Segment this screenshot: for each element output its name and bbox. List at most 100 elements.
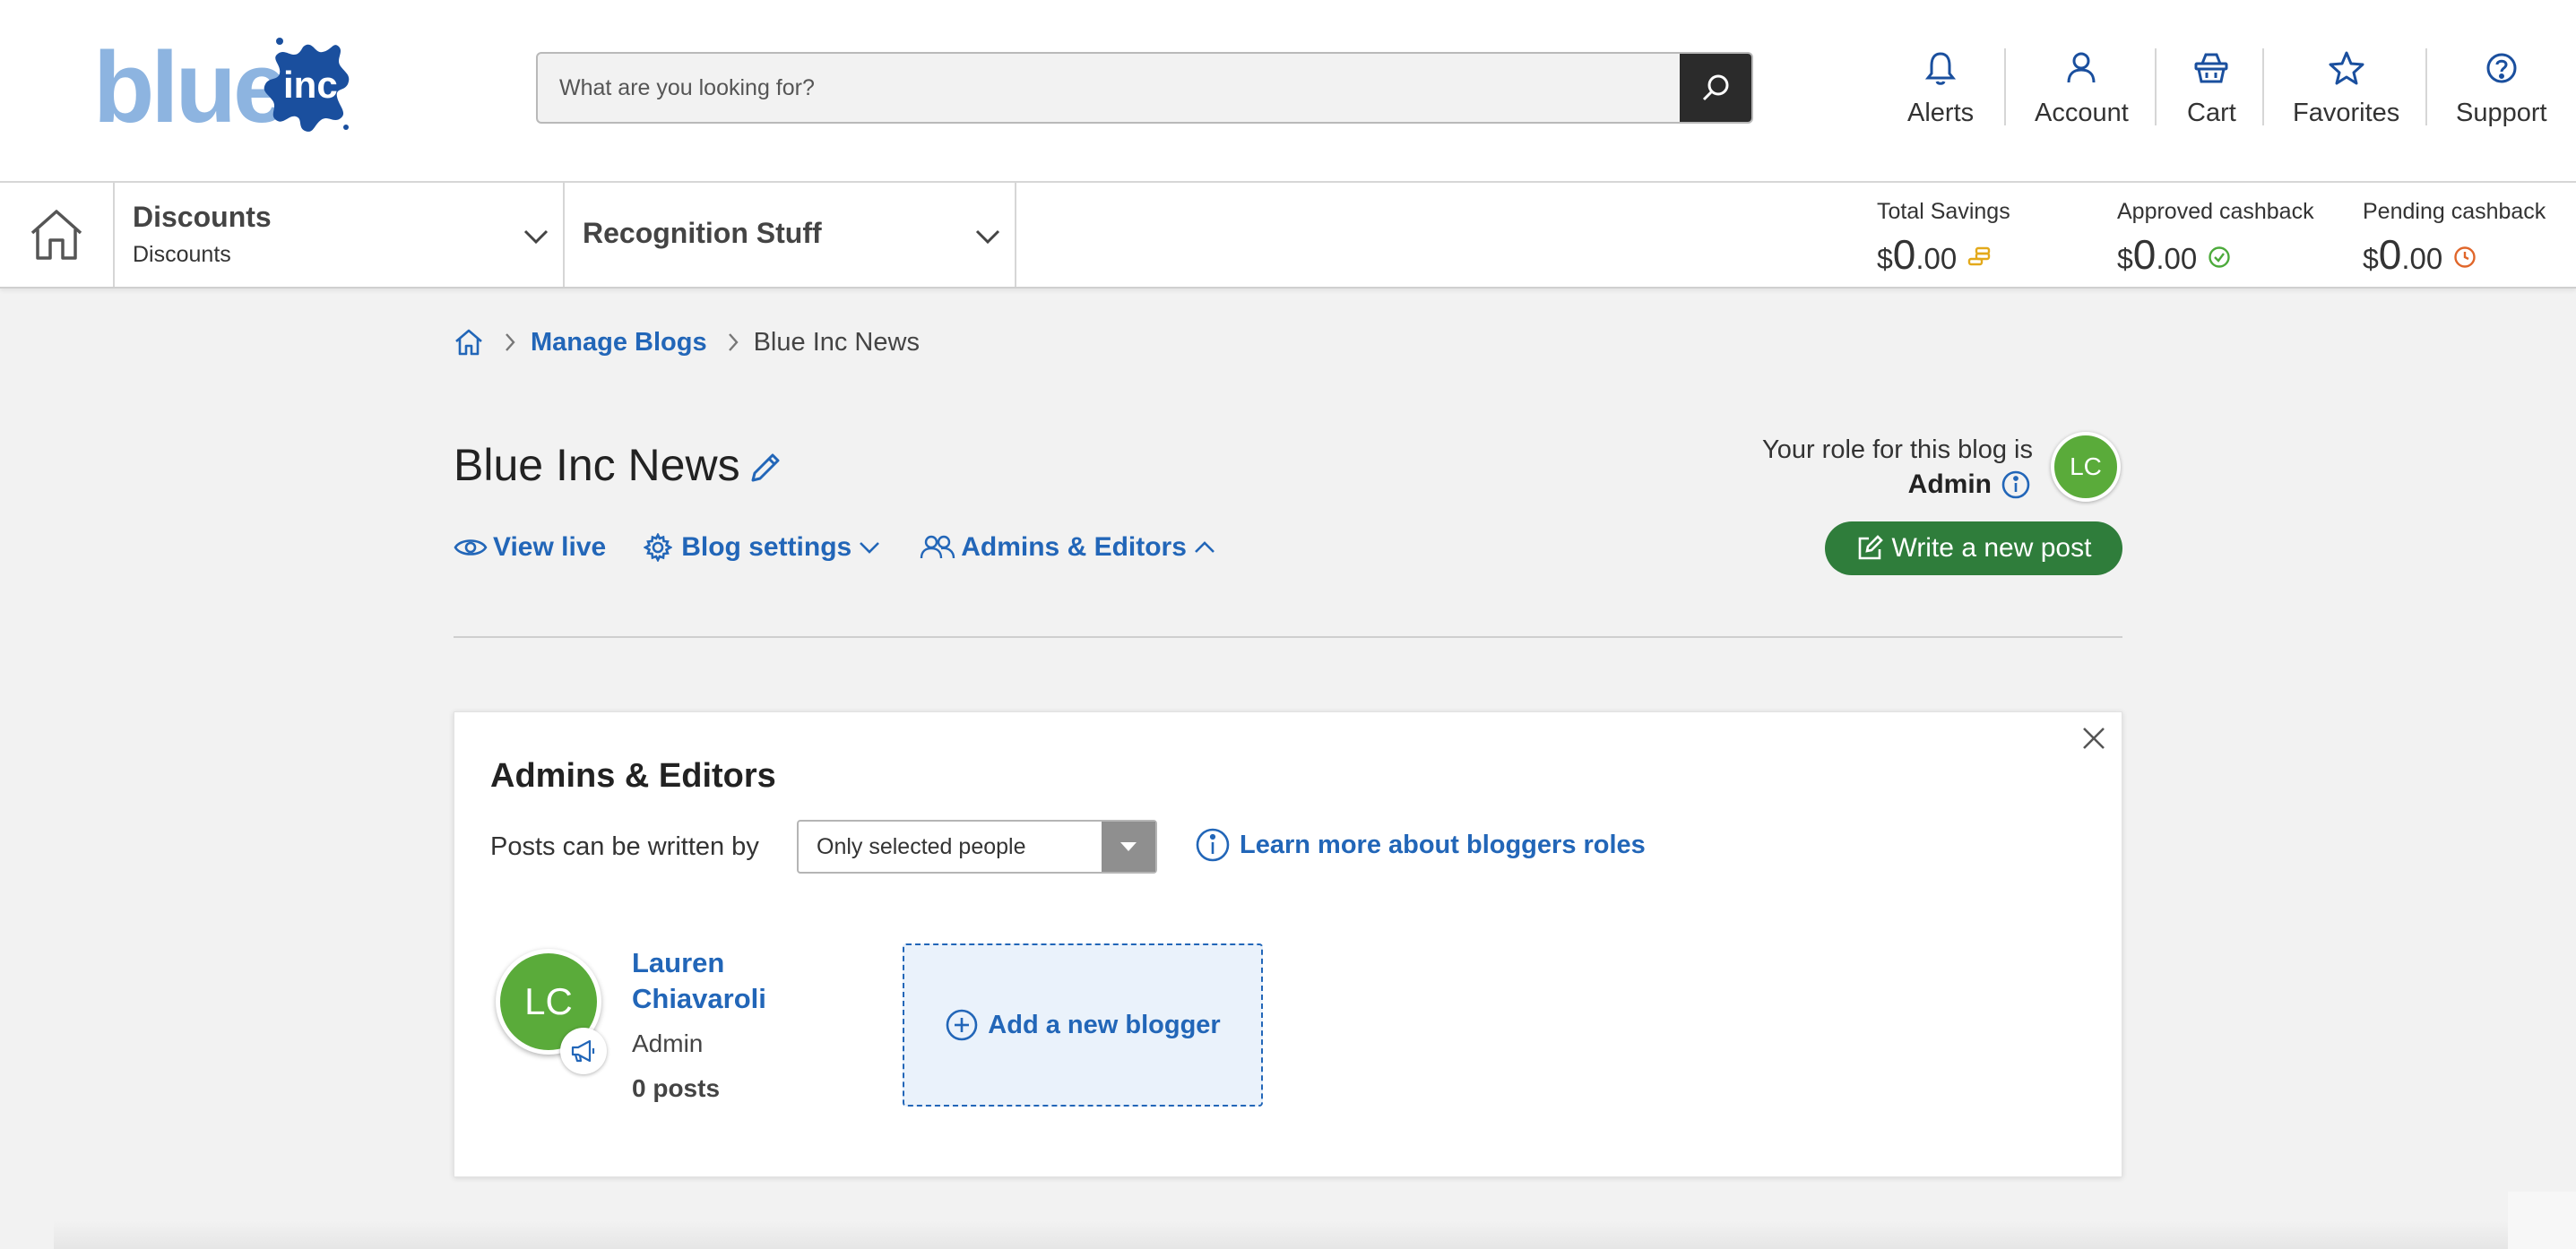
blog-settings-label: Blog settings — [681, 532, 852, 562]
blogger-post-count: 0 posts — [632, 1074, 721, 1102]
avatar[interactable]: LC — [2051, 432, 2121, 502]
eye-icon — [454, 539, 488, 556]
basket-icon — [2194, 53, 2228, 83]
amount-whole: 0 — [2378, 231, 2402, 278]
nav-menu-recognition[interactable]: Recognition Stuff — [565, 183, 1016, 287]
plus-circle-icon — [946, 1009, 978, 1041]
approved-cashback-label: Approved cashback — [2117, 199, 2314, 224]
close-panel-button[interactable] — [2080, 725, 2107, 756]
category-nav-bar: Discounts Discounts Recognition Stuff To… — [0, 183, 2576, 289]
search-button[interactable] — [1680, 54, 1751, 122]
logo-inc-text: inc. — [283, 64, 349, 106]
amount-decimal: .00 — [2401, 242, 2443, 275]
header-alerts[interactable]: Alerts — [1907, 47, 1974, 136]
admins-editors-label: Admins & Editors — [961, 532, 1187, 562]
search-icon — [1702, 74, 1729, 101]
header-support[interactable]: Support — [2456, 47, 2547, 136]
currency-symbol: $ — [2363, 243, 2379, 275]
amount-whole: 0 — [2132, 231, 2157, 278]
role-description: Your role for this blog is — [1762, 435, 2033, 464]
nav-discounts-title: Discounts — [133, 201, 272, 233]
close-icon — [2083, 728, 2105, 749]
total-savings: Total Savings $0.00 — [1877, 199, 2010, 279]
amount-decimal: .00 — [1915, 242, 1958, 275]
pending-cashback: Pending cashback $0.00 — [2363, 199, 2546, 279]
page-footer-corner — [2508, 1192, 2576, 1249]
site-header: blue inc. Alerts Account — [0, 0, 2576, 183]
total-savings-label: Total Savings — [1877, 199, 2010, 224]
add-new-blogger-label: Add a new blogger — [988, 1010, 1221, 1039]
page-footer-shadow — [54, 1220, 2510, 1249]
check-circle-icon — [2209, 246, 2230, 268]
home-icon — [30, 210, 82, 260]
panel-title: Admins & Editors — [490, 757, 776, 795]
header-cart[interactable]: Cart — [2187, 47, 2236, 136]
chevron-right-icon — [727, 332, 739, 352]
posts-written-by-select[interactable]: Only selected people — [797, 820, 1157, 874]
page-title: Blue Inc News — [454, 440, 740, 490]
caret-down-icon — [1120, 842, 1137, 851]
blog-settings-dropdown[interactable]: Blog settings — [644, 532, 880, 563]
home-icon — [455, 329, 482, 356]
currency-symbol: $ — [1877, 243, 1893, 275]
coins-icon — [1968, 246, 1991, 266]
question-icon — [2486, 53, 2517, 83]
header-separator — [2004, 48, 2006, 125]
add-new-blogger-button[interactable]: Add a new blogger — [903, 943, 1263, 1107]
amount-whole: 0 — [1892, 231, 1916, 278]
breadcrumb: Manage Blogs Blue Inc News — [454, 326, 920, 358]
star-icon — [2329, 51, 2364, 85]
admins-editors-panel: Admins & Editors Posts can be written by… — [454, 711, 2122, 1177]
write-new-post-label: Write a new post — [1891, 533, 2092, 563]
search-bar — [536, 52, 1753, 124]
edit-title-button[interactable] — [748, 450, 783, 490]
approved-cashback-value: $0.00 — [2117, 230, 2314, 279]
admins-editors-toggle[interactable]: Admins & Editors — [920, 532, 1215, 563]
learn-more-label: Learn more about bloggers roles — [1240, 830, 1646, 859]
nav-menu-discounts[interactable]: Discounts Discounts — [115, 183, 565, 287]
role-value: Admin — [1908, 469, 2031, 500]
blog-actions: View live Blog settings Admins & Editors — [454, 529, 1215, 566]
role-name: Admin — [1907, 469, 1992, 499]
users-icon — [921, 535, 955, 559]
megaphone-icon — [571, 1039, 595, 1063]
nav-discounts-subtitle: Discounts — [133, 242, 231, 267]
chevron-up-icon — [1195, 541, 1215, 553]
pending-cashback-value: $0.00 — [2363, 230, 2546, 279]
select-value: Only selected people — [817, 834, 1026, 859]
header-favorites-label: Favorites — [2293, 99, 2400, 127]
pencil-icon — [751, 453, 780, 482]
posts-written-by-label: Posts can be written by — [490, 832, 759, 861]
total-savings-value: $0.00 — [1877, 230, 2010, 279]
pending-cashback-label: Pending cashback — [2363, 199, 2546, 224]
chevron-right-icon — [504, 332, 516, 352]
gear-icon — [644, 533, 673, 562]
section-divider — [454, 636, 2122, 638]
blue-inc-logo[interactable]: blue inc. — [90, 34, 359, 142]
approved-cashback: Approved cashback $0.00 — [2117, 199, 2314, 279]
amount-decimal: .00 — [2156, 242, 2198, 275]
header-alerts-label: Alerts — [1907, 99, 1975, 127]
nav-home-button[interactable] — [0, 183, 115, 287]
edit-icon — [1858, 535, 1883, 560]
breadcrumb-home[interactable] — [454, 328, 484, 357]
info-icon — [1196, 828, 1230, 862]
header-account[interactable]: Account — [2035, 47, 2129, 136]
search-input[interactable] — [540, 56, 1676, 120]
header-favorites[interactable]: Favorites — [2293, 47, 2399, 136]
write-new-post-button[interactable]: Write a new post — [1825, 521, 2122, 575]
chevron-down-icon — [975, 229, 1000, 244]
currency-symbol: $ — [2117, 243, 2133, 275]
chevron-down-icon — [523, 229, 549, 244]
select-arrow — [1102, 822, 1155, 872]
blogger-name-link[interactable]: Lauren Chiavaroli — [632, 945, 793, 1017]
breadcrumb-manage-blogs[interactable]: Manage Blogs — [531, 328, 707, 357]
chevron-down-icon — [860, 542, 880, 554]
info-icon[interactable] — [2001, 469, 2031, 500]
view-live-label: View live — [493, 532, 607, 562]
learn-more-roles-link[interactable]: Learn more about bloggers roles — [1195, 827, 1646, 863]
bell-icon — [1925, 52, 1957, 85]
view-live-link[interactable]: View live — [454, 532, 606, 563]
blogger-role: Admin — [632, 1029, 704, 1057]
admin-badge — [560, 1028, 607, 1074]
